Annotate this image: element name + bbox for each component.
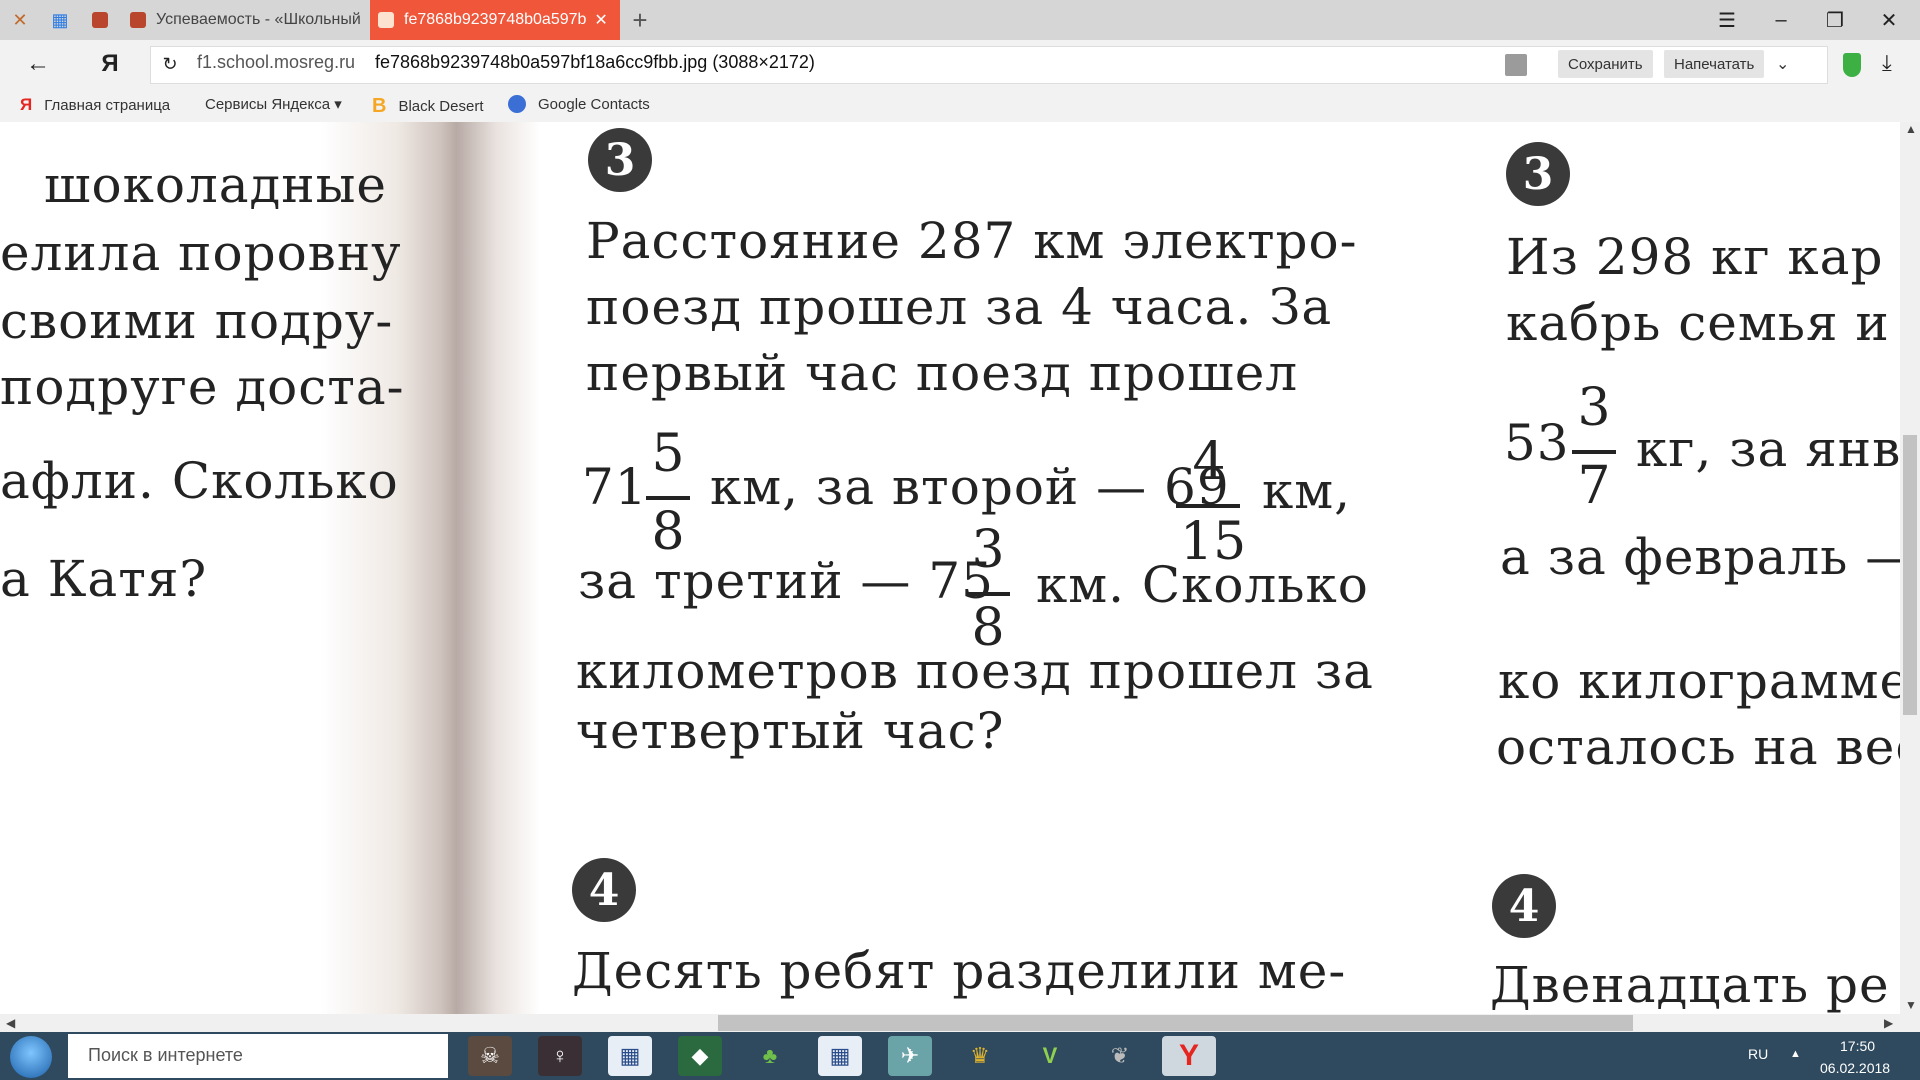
problem-number-badge: 4 — [1492, 874, 1556, 938]
scooter-icon[interactable]: ✈ — [888, 1036, 932, 1076]
black-desert-icon: B — [372, 95, 387, 117]
fraction-bar — [966, 592, 1010, 596]
problem-number-badge: 3 — [588, 128, 652, 192]
bookmark-google-contacts[interactable]: Google Contacts — [508, 95, 650, 113]
yandex-icon[interactable]: Я — [86, 40, 134, 88]
save-button[interactable]: Сохранить — [1558, 50, 1653, 78]
right-line: Из 298 кг кар — [1506, 228, 1884, 286]
calendar-2-icon[interactable]: ▦ — [818, 1036, 862, 1076]
bookmark-label: Главная страница — [44, 96, 171, 114]
left-line: а Катя? — [0, 550, 208, 608]
lock-icon[interactable] — [1505, 54, 1527, 76]
yandex-browser-icon[interactable]: Y — [1162, 1036, 1216, 1076]
fraction-bar — [1572, 450, 1616, 454]
bookmark-label: Сервисы Яндекса ▾ — [205, 96, 342, 113]
problem-text-line: за третий — 75 — [578, 552, 994, 610]
tab-favicon — [378, 12, 394, 28]
tab-title: Успеваемость - «Школьный — [156, 11, 361, 28]
start-icon[interactable] — [10, 1036, 52, 1078]
fraction-denominator: 7 — [1577, 456, 1611, 516]
tray-chevron-icon[interactable]: ▲ — [1790, 1048, 1801, 1060]
close-icon[interactable]: ✕ — [1862, 0, 1916, 40]
right-line: Двенадцать ре — [1490, 956, 1890, 1014]
taskbar-search-placeholder: Поиск в интернете — [88, 1045, 243, 1065]
yandex-icon: Я — [20, 95, 33, 114]
contacts-icon — [508, 95, 526, 113]
minimize-icon[interactable]: – — [1754, 0, 1808, 40]
trophy-icon[interactable]: ♛ — [958, 1036, 1002, 1076]
right-line: кг, за янва — [1636, 420, 1900, 478]
bookmark-yandex-services[interactable]: Сервисы Яндекса ▾ — [205, 95, 342, 113]
tree-icon[interactable]: ♣ — [748, 1036, 792, 1076]
problem-text-line: поезд прошел за 4 часа. За — [586, 278, 1333, 336]
bookmark-home[interactable]: Я Главная страница — [20, 95, 170, 115]
plus-icon[interactable]: + — [625, 0, 655, 40]
problem-text-line: Расстояние 287 км электро- — [586, 212, 1358, 270]
fraction-numerator: 3 — [1577, 378, 1611, 438]
mixed-number-whole: 71 — [582, 458, 648, 516]
protect-shield-icon[interactable] — [1843, 53, 1861, 77]
tiles-icon[interactable]: ▦ — [40, 0, 80, 40]
url-domain[interactable]: f1.school.mosreg.ru — [197, 52, 355, 73]
tab-title: fe7868b9239748b0a597b — [404, 11, 587, 28]
right-line: ко килограмме — [1498, 652, 1900, 710]
pinned-tab-icon[interactable] — [80, 0, 120, 40]
problem-number-badge: 3 — [1506, 142, 1570, 206]
horizontal-scroll-thumb[interactable] — [718, 1015, 1633, 1031]
problem-text-line: первый час поезд прошел — [586, 344, 1299, 402]
close-tab-icon[interactable]: ✕ — [594, 10, 607, 30]
scroll-down-icon[interactable]: ▼ — [1905, 998, 1917, 1012]
gta-icon[interactable]: V — [1028, 1036, 1072, 1076]
tab-image-active[interactable]: fe7868b9239748b0a597b ✕ — [370, 0, 620, 40]
app-menu-icon[interactable]: ✕ — [0, 0, 40, 40]
girl-game-icon[interactable]: ♀ — [538, 1036, 582, 1076]
scroll-left-icon[interactable]: ◀ — [6, 1016, 15, 1030]
wings-icon[interactable]: ❦ — [1098, 1036, 1142, 1076]
scroll-right-icon[interactable]: ▶ — [1884, 1016, 1893, 1030]
problem-text-line: км. Сколько — [1036, 556, 1369, 614]
right-line: кабрь семья и — [1506, 294, 1890, 352]
clock-date[interactable]: 06.02.2018 — [1820, 1060, 1890, 1076]
problem-text-line: км, за второй — 69 — [710, 458, 1230, 516]
bookmark-label: Black Desert — [398, 98, 484, 115]
scroll-up-icon[interactable]: ▲ — [1905, 122, 1917, 136]
back-arrow-icon[interactable]: ← — [14, 40, 62, 88]
problem-number-badge: 4 — [572, 858, 636, 922]
fraction-numerator: 5 — [651, 424, 685, 484]
tab-favicon — [130, 12, 146, 28]
skull-game-icon[interactable]: ☠ — [468, 1036, 512, 1076]
left-line: елила поровну — [0, 224, 402, 282]
vertical-scroll-thumb[interactable] — [1903, 435, 1917, 715]
fraction-numerator: 4 — [1192, 432, 1226, 492]
fraction-bar — [646, 496, 690, 500]
chevron-down-icon[interactable]: ⌄ — [1766, 50, 1799, 78]
download-icon[interactable]: ⤓ — [1882, 50, 1892, 76]
image-viewport[interactable]: шоколадные елила поровну своими подру- п… — [0, 122, 1900, 1014]
mixed-number-whole: 53 — [1504, 414, 1570, 472]
calendar-icon[interactable]: ▦ — [608, 1036, 652, 1076]
right-line: осталось на вес — [1496, 718, 1900, 776]
language-indicator[interactable]: RU — [1748, 1046, 1768, 1062]
problem-text-line: четвертый час? — [576, 702, 1005, 760]
problem-text-line: км, — [1262, 462, 1352, 520]
url-path[interactable]: fe7868b9239748b0a597bf18a6cc9fbb.jpg (30… — [375, 52, 815, 73]
fraction-numerator: 3 — [971, 520, 1005, 580]
fraction-bar — [1176, 504, 1240, 508]
sims-icon[interactable]: ◆ — [678, 1036, 722, 1076]
left-line: своими подру- — [0, 292, 394, 350]
left-line: подруге доста- — [0, 358, 405, 416]
problem-text-line: Десять ребят разделили ме- — [572, 942, 1347, 1000]
print-button[interactable]: Напечатать — [1664, 50, 1765, 78]
left-line: шоколадные — [44, 156, 388, 214]
tab-uspevaemost[interactable]: Успеваемость - «Школьный — [122, 0, 367, 40]
bookmark-label: Google Contacts — [538, 95, 650, 113]
bookmark-black-desert[interactable]: B Black Desert — [372, 95, 483, 118]
restore-icon[interactable]: ❐ — [1808, 0, 1862, 40]
right-line: а за февраль — 5 — [1500, 528, 1900, 586]
menu-icon[interactable]: ☰ — [1700, 0, 1754, 40]
problem-text-line: километров поезд прошел за — [576, 642, 1374, 700]
clock-time[interactable]: 17:50 — [1840, 1038, 1875, 1054]
left-line: афли. Сколько — [0, 452, 399, 510]
reload-icon[interactable]: ↻ — [148, 40, 192, 88]
